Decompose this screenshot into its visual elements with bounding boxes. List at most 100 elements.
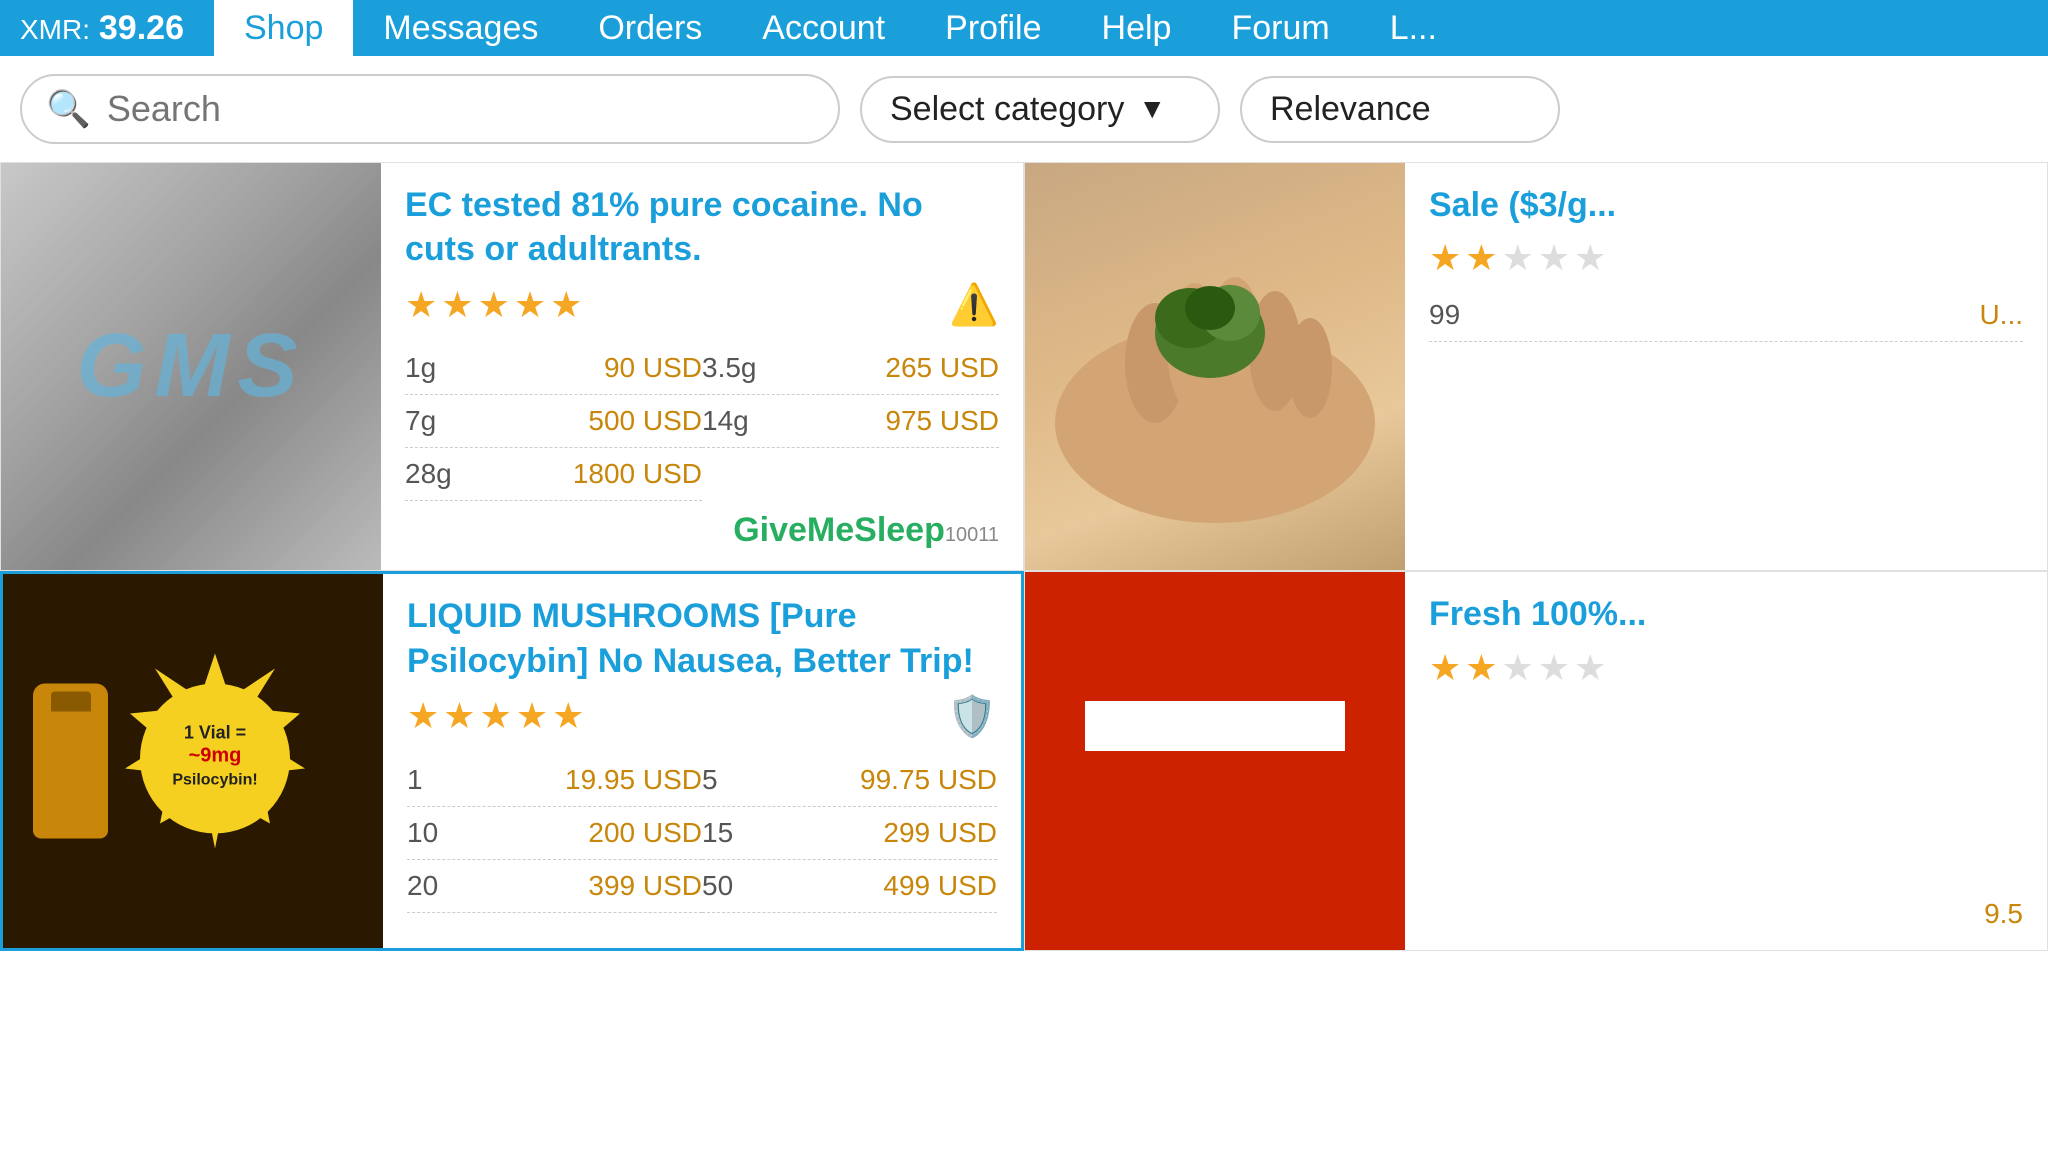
bottle-cap — [51, 692, 91, 712]
price-7g: 500 USD — [588, 405, 702, 437]
seller-row-cocaine: GiveMeSleep 100 11 — [405, 511, 999, 550]
xmr-label: XMR: — [20, 14, 90, 45]
category-dropdown[interactable]: Select category ▼ — [860, 76, 1220, 143]
nav-messages[interactable]: Messages — [353, 0, 568, 56]
star-m2: ★ — [443, 695, 475, 737]
nav-orders[interactable]: Orders — [568, 0, 732, 56]
price-row-14g: 14g 975 USD — [702, 395, 999, 448]
navbar: XMR: 39.26 Shop Messages Orders Account … — [0, 0, 2048, 56]
seller-name-cocaine[interactable]: GiveMeSleep — [733, 511, 945, 550]
svg-text:~9mg: ~9mg — [189, 745, 242, 767]
price-col-left-mushroom: 1 19.95 USD 10 200 USD 20 399 USD — [407, 754, 702, 913]
price-row-m10: 10 200 USD — [407, 807, 702, 860]
product-title-mushroom[interactable]: LIQUID MUSHROOMS [Pure Psilocybin] No Na… — [407, 594, 997, 682]
gaia-rating-val: 9.5 — [1984, 898, 2023, 930]
search-row: 🔍 Select category ▼ Relevance — [0, 56, 2048, 162]
star-g2: ★ — [1465, 647, 1497, 689]
svg-text:Psilocybin!: Psilocybin! — [172, 772, 257, 789]
stars-gaia: ★ ★ ★ ★ ★ — [1429, 647, 1606, 689]
seller-rating-cocaine: 100 — [945, 524, 978, 547]
gaia-circle: GAIA88 — [1045, 591, 1385, 931]
search-box[interactable]: 🔍 — [20, 74, 840, 144]
nav-account[interactable]: Account — [732, 0, 915, 56]
qty-m15: 15 — [702, 817, 733, 849]
warning-icon: ⚠️ — [949, 281, 999, 328]
price-row-7g: 7g 500 USD — [405, 395, 702, 448]
star-m3: ★ — [480, 695, 512, 737]
search-input[interactable] — [107, 88, 814, 130]
nav-l[interactable]: L... — [1360, 0, 1467, 56]
price-col-right-cocaine: 3.5g 265 USD 14g 975 USD — [702, 342, 999, 501]
price-row-m15: 15 299 USD — [702, 807, 997, 860]
mushroom-image-placeholder: 1 Vial = ~9mg Psilocybin! — [3, 574, 383, 948]
shield-verified-icon: 🛡️ — [947, 693, 997, 740]
product-image-weed — [1025, 163, 1405, 570]
price-28g: 1800 USD — [573, 458, 702, 490]
price-row-m5: 5 99.75 USD — [702, 754, 997, 807]
stars-row-mushroom: ★ ★ ★ ★ ★ 🛡️ — [407, 693, 997, 740]
product-info-cocaine: EC tested 81% pure cocaine. No cuts or a… — [381, 163, 1023, 570]
price-col-left-cocaine: 1g 90 USD 7g 500 USD 28g 1800 USD — [405, 342, 702, 501]
product-card-weed: Sale ($3/g... ★ ★ ★ ★ ★ 99 U... — [1024, 162, 2048, 571]
stars-cocaine: ★ ★ ★ ★ ★ — [405, 284, 582, 326]
star-m5: ★ — [552, 695, 584, 737]
xmr-balance: XMR: 39.26 — [20, 9, 184, 48]
qty-3-5g: 3.5g — [702, 352, 757, 384]
price-weed-99: U... — [1979, 299, 2023, 331]
price-row-m50: 50 499 USD — [702, 860, 997, 913]
price-1g: 90 USD — [604, 352, 702, 384]
price-table-mushroom: 1 19.95 USD 10 200 USD 20 399 USD 5 — [407, 754, 997, 913]
category-arrow-icon: ▼ — [1138, 93, 1166, 125]
qty-weed-99: 99 — [1429, 299, 1460, 331]
star-4: ★ — [514, 284, 546, 326]
stars-mushroom: ★ ★ ★ ★ ★ — [407, 695, 584, 737]
stars-weed: ★ ★ ★ ★ ★ — [1429, 237, 1606, 279]
product-title-weed: Sale ($3/g... — [1429, 183, 2023, 227]
nav-profile[interactable]: Profile — [915, 0, 1071, 56]
nav-shop[interactable]: Shop — [214, 0, 353, 56]
product-grid: EC tested 81% pure cocaine. No cuts or a… — [0, 162, 2048, 951]
weed-image-placeholder — [1025, 163, 1405, 570]
star-w3: ★ — [1502, 237, 1534, 279]
price-row-1g: 1g 90 USD — [405, 342, 702, 395]
price-m20: 399 USD — [588, 870, 702, 902]
star-w5: ★ — [1574, 237, 1606, 279]
category-label: Select category — [890, 90, 1124, 129]
qty-m10: 10 — [407, 817, 438, 849]
price-3-5g: 265 USD — [885, 352, 999, 384]
price-m15: 299 USD — [883, 817, 997, 849]
gaia-brand-text: GAIA88 — [1115, 761, 1315, 821]
qty-1g: 1g — [405, 352, 436, 384]
star-g1: ★ — [1429, 647, 1461, 689]
star-3: ★ — [478, 284, 510, 326]
product-image-mushroom: 1 Vial = ~9mg Psilocybin! — [3, 574, 383, 948]
price-table-cocaine: 1g 90 USD 7g 500 USD 28g 1800 USD 3.5g — [405, 342, 999, 501]
seller-row-gaia: 9.5 — [1429, 898, 2023, 930]
price-row-m20: 20 399 USD — [407, 860, 702, 913]
star-2: ★ — [441, 284, 473, 326]
price-row-weed-99: 99 U... — [1429, 289, 2023, 342]
stars-row-weed: ★ ★ ★ ★ ★ — [1429, 237, 2023, 279]
relevance-dropdown[interactable]: Relevance — [1240, 76, 1560, 143]
product-image-cocaine — [1, 163, 381, 570]
product-info-mushroom: LIQUID MUSHROOMS [Pure Psilocybin] No Na… — [383, 574, 1021, 948]
nav-help[interactable]: Help — [1072, 0, 1202, 56]
price-14g: 975 USD — [885, 405, 999, 437]
star-1: ★ — [405, 284, 437, 326]
star-m4: ★ — [516, 695, 548, 737]
price-row-3-5g: 3.5g 265 USD — [702, 342, 999, 395]
qty-28g: 28g — [405, 458, 452, 490]
gaia-image-placeholder: GAIA88 — [1025, 572, 1405, 950]
relevance-label: Relevance — [1270, 90, 1431, 129]
star-w1: ★ — [1429, 237, 1461, 279]
star-m1: ★ — [407, 695, 439, 737]
star-g5: ★ — [1574, 647, 1606, 689]
price-col-right-mushroom: 5 99.75 USD 15 299 USD 50 499 USD — [702, 754, 997, 913]
stars-row-gaia: ★ ★ ★ ★ ★ — [1429, 647, 2023, 689]
stars-row-cocaine: ★ ★ ★ ★ ★ ⚠️ — [405, 281, 999, 328]
svg-text:1 Vial =: 1 Vial = — [184, 723, 246, 743]
qty-m1: 1 — [407, 764, 423, 796]
product-title-cocaine[interactable]: EC tested 81% pure cocaine. No cuts or a… — [405, 183, 999, 271]
price-row-28g: 28g 1800 USD — [405, 448, 702, 501]
nav-forum[interactable]: Forum — [1201, 0, 1359, 56]
